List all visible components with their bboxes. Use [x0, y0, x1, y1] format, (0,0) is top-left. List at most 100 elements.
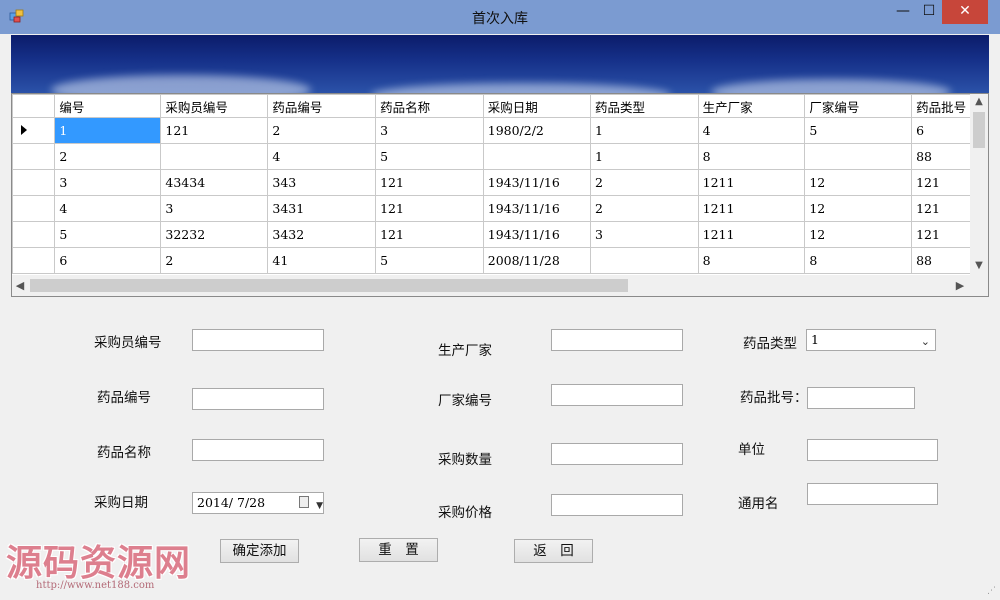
table-cell[interactable]: [804, 143, 913, 170]
table-cell[interactable]: 1211: [697, 195, 806, 222]
table-cell[interactable]: 2: [160, 247, 269, 274]
purchase-date-picker[interactable]: 2014/ 7/28 ▼: [192, 492, 324, 514]
table-cell[interactable]: 343: [267, 169, 377, 196]
table-cell[interactable]: 4: [267, 143, 377, 170]
table-cell[interactable]: 2: [589, 169, 699, 196]
column-header[interactable]: 编号: [54, 94, 162, 118]
row-header[interactable]: [12, 143, 56, 170]
vendor-id-input[interactable]: [551, 384, 683, 406]
table-cell[interactable]: 4: [697, 117, 806, 144]
table-cell[interactable]: 121: [911, 169, 972, 196]
table-cell[interactable]: 6: [54, 247, 162, 274]
table-cell[interactable]: 8: [697, 143, 806, 170]
scroll-right-icon[interactable]: ▶: [952, 275, 968, 296]
table-cell[interactable]: 12: [804, 169, 913, 196]
column-header[interactable]: 采购日期: [482, 94, 591, 118]
row-header[interactable]: [12, 247, 56, 274]
unit-input[interactable]: [807, 439, 938, 461]
table-cell[interactable]: 121: [911, 221, 972, 248]
table-row[interactable]: 3 43434 343 121 1943/11/16 2 1211 12 121: [12, 169, 972, 196]
table-cell[interactable]: 8: [697, 247, 806, 274]
scroll-up-icon[interactable]: ▲: [970, 94, 988, 110]
drug-name-input[interactable]: [192, 439, 324, 461]
table-cell[interactable]: 121: [375, 169, 484, 196]
table-cell[interactable]: 2008/11/28: [482, 247, 591, 274]
table-cell[interactable]: 1211: [697, 221, 806, 248]
table-cell[interactable]: 1980/2/2: [482, 117, 591, 144]
table-cell[interactable]: 41: [267, 247, 377, 274]
table-row[interactable]: 2 4 5 1 8 88: [12, 143, 972, 170]
maximize-button[interactable]: ☐: [916, 0, 942, 24]
calendar-icon[interactable]: [299, 496, 309, 508]
chevron-down-icon[interactable]: ⌄: [921, 332, 930, 352]
drug-type-select[interactable]: 1 ⌄: [806, 329, 936, 351]
row-header[interactable]: [12, 117, 56, 144]
scroll-left-icon[interactable]: ◀: [12, 275, 28, 296]
table-cell[interactable]: 2: [54, 143, 162, 170]
table-cell[interactable]: 121: [375, 221, 484, 248]
table-cell[interactable]: 1211: [697, 169, 806, 196]
row-header[interactable]: [12, 221, 56, 248]
table-cell[interactable]: 5: [804, 117, 913, 144]
table-cell[interactable]: 32232: [160, 221, 269, 248]
table-cell[interactable]: 3432: [267, 221, 377, 248]
vertical-scrollbar[interactable]: ▲ ▼: [970, 94, 988, 275]
scroll-down-icon[interactable]: ▼: [970, 258, 988, 274]
chevron-down-icon[interactable]: ▼: [316, 496, 323, 516]
table-row[interactable]: 4 3 3431 121 1943/11/16 2 1211 12 121: [12, 195, 972, 222]
column-header[interactable]: 药品名称: [375, 94, 484, 118]
table-cell[interactable]: 1: [589, 117, 699, 144]
table-cell[interactable]: 3: [375, 117, 484, 144]
horizontal-scroll-thumb[interactable]: [30, 279, 628, 292]
close-button[interactable]: ✕: [942, 0, 988, 24]
table-cell[interactable]: 3: [589, 221, 699, 248]
table-cell[interactable]: 2: [267, 117, 377, 144]
back-button[interactable]: 返 回: [514, 539, 593, 563]
table-cell[interactable]: 121: [911, 195, 972, 222]
column-header[interactable]: 生产厂家: [697, 94, 806, 118]
table-cell[interactable]: 3: [54, 169, 162, 196]
column-header[interactable]: 药品编号: [267, 94, 377, 118]
table-cell[interactable]: 4: [54, 195, 162, 222]
table-row[interactable]: 5 32232 3432 121 1943/11/16 3 1211 12 12…: [12, 221, 972, 248]
table-row[interactable]: 1 121 2 3 1980/2/2 1 4 5 6: [12, 117, 972, 144]
table-cell[interactable]: 8: [804, 247, 913, 274]
table-cell[interactable]: [589, 247, 699, 274]
generic-name-input[interactable]: [807, 483, 938, 505]
table-cell[interactable]: 1: [54, 117, 162, 144]
table-cell[interactable]: 1943/11/16: [482, 169, 591, 196]
table-cell[interactable]: 2: [589, 195, 699, 222]
table-cell[interactable]: 43434: [160, 169, 269, 196]
horizontal-scrollbar[interactable]: ◀ ▶: [12, 275, 988, 296]
column-header[interactable]: 药品类型: [589, 94, 699, 118]
purchase-data-grid[interactable]: 编号 采购员编号 药品编号 药品名称 采购日期 药品类型 生产厂家 厂家编号 药…: [11, 93, 989, 297]
column-header[interactable]: 药品批号: [911, 94, 972, 118]
buyer-id-input[interactable]: [192, 329, 324, 351]
confirm-add-button[interactable]: 确定添加: [220, 539, 299, 563]
batch-no-input[interactable]: [807, 387, 915, 409]
table-cell[interactable]: 1943/11/16: [482, 221, 591, 248]
table-cell[interactable]: 88: [911, 247, 972, 274]
table-cell[interactable]: 12: [804, 221, 913, 248]
reset-button[interactable]: 重 置: [359, 538, 438, 562]
table-cell[interactable]: 5: [54, 221, 162, 248]
table-cell[interactable]: 3: [160, 195, 269, 222]
row-header[interactable]: [12, 195, 56, 222]
table-cell[interactable]: 1: [589, 143, 699, 170]
table-cell[interactable]: 5: [375, 247, 484, 274]
table-cell[interactable]: 88: [911, 143, 972, 170]
table-cell[interactable]: 1943/11/16: [482, 195, 591, 222]
vertical-scroll-thumb[interactable]: [973, 112, 985, 148]
minimize-button[interactable]: —: [890, 0, 916, 24]
resize-grip-icon[interactable]: ⋰: [987, 586, 996, 596]
table-cell[interactable]: 3431: [267, 195, 377, 222]
quantity-input[interactable]: [551, 443, 683, 465]
table-cell[interactable]: 121: [375, 195, 484, 222]
price-input[interactable]: [551, 494, 683, 516]
table-cell[interactable]: 121: [160, 117, 269, 144]
column-header[interactable]: 采购员编号: [160, 94, 269, 118]
column-header[interactable]: 厂家编号: [804, 94, 913, 118]
manufacturer-input[interactable]: [551, 329, 683, 351]
drug-id-input[interactable]: [192, 388, 324, 410]
table-cell[interactable]: [160, 143, 269, 170]
